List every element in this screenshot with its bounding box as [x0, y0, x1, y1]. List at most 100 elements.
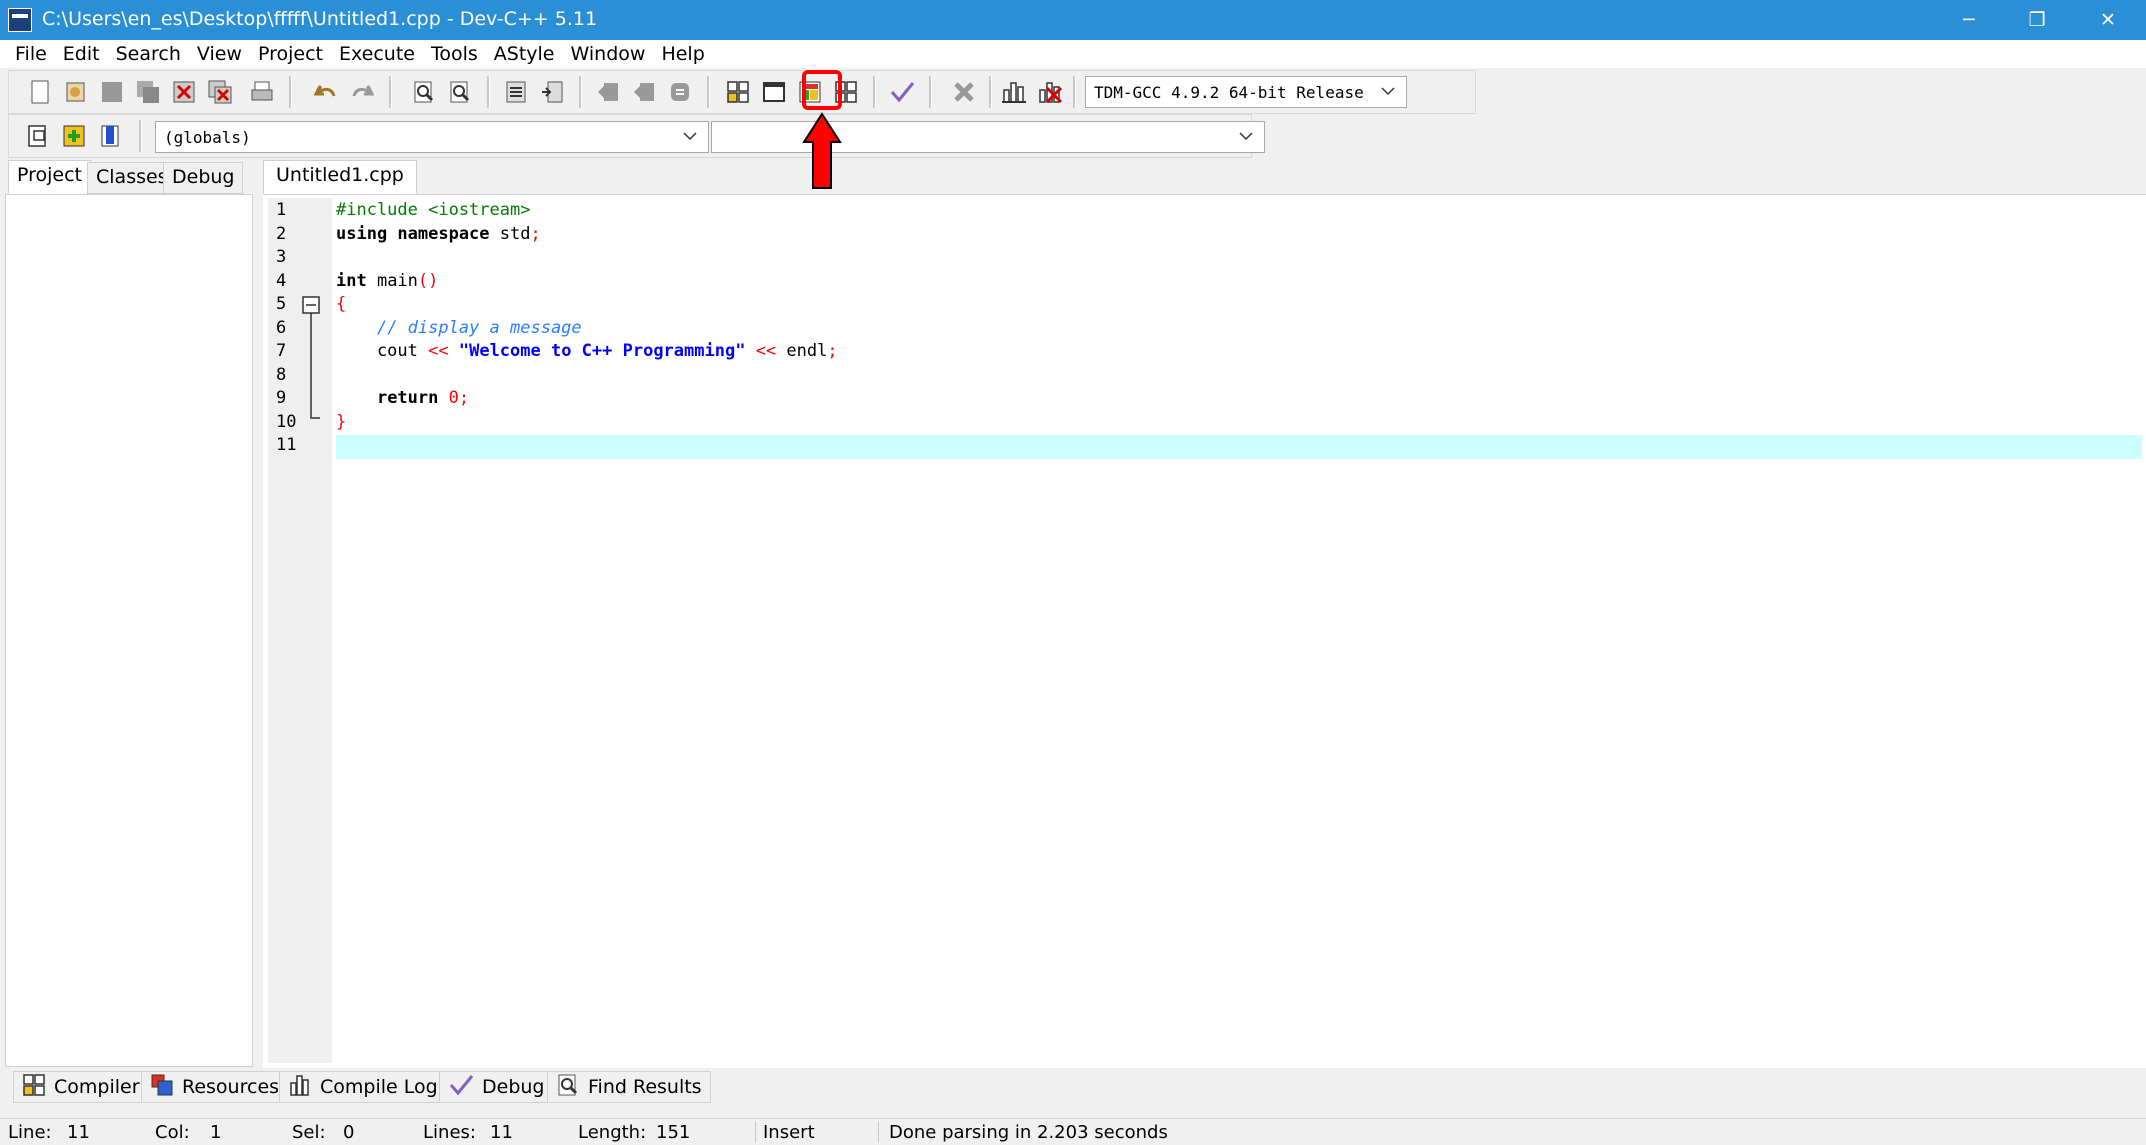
menu-execute[interactable]: Execute: [331, 40, 423, 68]
status-message: Done parsing in 2.203 seconds: [889, 1122, 1168, 1143]
toggle-comment-icon[interactable]: [667, 79, 693, 105]
tab-compiler[interactable]: Compiler: [13, 1071, 149, 1103]
tab-resources[interactable]: Resources: [141, 1071, 289, 1103]
status-sel-value: 0: [343, 1122, 355, 1143]
tile-windows-icon[interactable]: [725, 79, 751, 105]
code-line[interactable]: cout << "Welcome to C++ Programming" << …: [336, 341, 838, 361]
replace-icon[interactable]: [447, 79, 473, 105]
delete-profile-icon[interactable]: [1037, 79, 1063, 105]
full-screen-icon[interactable]: [761, 79, 787, 105]
close-button[interactable]: ✕: [2074, 0, 2142, 40]
goto-function-icon[interactable]: [539, 79, 565, 105]
menu-astyle[interactable]: AStyle: [486, 40, 563, 68]
menu-search[interactable]: Search: [108, 40, 189, 68]
open-file-icon[interactable]: [63, 79, 89, 105]
menu-window[interactable]: Window: [563, 40, 654, 68]
compile-log-chart-icon: [288, 1073, 312, 1102]
stop-execution-icon[interactable]: [951, 79, 977, 105]
restore-button[interactable]: ❐: [2003, 0, 2071, 40]
line-number: 8: [276, 364, 287, 385]
function-select[interactable]: [711, 121, 1265, 153]
code-line[interactable]: using namespace std;: [336, 224, 541, 244]
scope-select-value: (globals): [164, 128, 251, 147]
insert-icon[interactable]: [25, 123, 51, 149]
save-icon[interactable]: [99, 79, 125, 105]
scope-select[interactable]: (globals): [155, 121, 709, 153]
code-token: endl: [776, 341, 828, 361]
toolbar-separator: [389, 76, 392, 108]
tab-debug-output[interactable]: Debug: [439, 1071, 554, 1103]
resources-icon: [150, 1073, 174, 1102]
tab-compiler-label: Compiler: [54, 1076, 140, 1098]
menu-file[interactable]: File: [0, 40, 55, 68]
code-line[interactable]: {: [336, 294, 346, 314]
menu-edit[interactable]: Edit: [55, 40, 108, 68]
code-token: "Welcome to C++ Programming": [458, 341, 746, 361]
project-browser-panel[interactable]: [5, 194, 253, 1067]
line-number: 9: [276, 388, 287, 408]
status-insert-mode: Insert: [763, 1122, 815, 1143]
compiler-grid-icon: [22, 1073, 46, 1102]
status-bar: Line: 11 Col: 1 Sel: 0 Lines: 11 Length:…: [0, 1118, 2146, 1145]
code-line[interactable]: }: [336, 412, 346, 432]
status-lines-label: Lines:: [423, 1122, 476, 1143]
file-tab-untitled1[interactable]: Untitled1.cpp: [263, 160, 417, 194]
menu-tools[interactable]: Tools: [423, 40, 486, 68]
chevron-down-icon: [1238, 128, 1254, 148]
unindent-icon[interactable]: [595, 79, 621, 105]
code-token: ;: [458, 388, 470, 408]
undo-icon[interactable]: [313, 79, 339, 105]
find-results-icon: [556, 1073, 580, 1102]
red-up-arrow-icon: [802, 112, 842, 189]
close-all-icon[interactable]: [207, 79, 233, 105]
menu-help[interactable]: Help: [653, 40, 712, 68]
compiler-select-value: TDM-GCC 4.9.2 64-bit Release: [1094, 83, 1364, 102]
status-separator: [755, 1121, 756, 1143]
tab-compile-log[interactable]: Compile Log: [279, 1071, 447, 1103]
code-token: <<: [428, 341, 449, 361]
save-all-icon[interactable]: [135, 79, 161, 105]
code-line[interactable]: // display a message: [336, 318, 582, 338]
code-line[interactable]: #include <iostream>: [336, 200, 530, 220]
toolbar-separator: [579, 76, 582, 108]
profile-chart-icon[interactable]: [1001, 79, 1027, 105]
code-token: <<: [755, 341, 777, 361]
goto-line-icon[interactable]: [503, 79, 529, 105]
menu-project[interactable]: Project: [250, 40, 331, 68]
tab-find-results[interactable]: Find Results: [547, 1071, 711, 1103]
class-toolbar: (globals): [8, 114, 1265, 158]
indent-icon[interactable]: [631, 79, 657, 105]
tab-debug[interactable]: Debug: [163, 162, 244, 194]
check-syntax-icon[interactable]: [889, 79, 915, 105]
tab-project[interactable]: Project: [8, 160, 92, 194]
code-line[interactable]: int main(): [336, 271, 438, 291]
toolbar-separator: [873, 76, 876, 108]
toggle-bookmark-icon[interactable]: [97, 123, 123, 149]
close-file-icon[interactable]: [171, 79, 197, 105]
code-token: ;: [827, 341, 838, 361]
chevron-down-icon: [682, 128, 698, 148]
status-col-value: 1: [210, 1122, 222, 1143]
redo-icon[interactable]: [349, 79, 375, 105]
new-file-icon[interactable]: [27, 79, 53, 105]
toolbar-separator: [707, 76, 710, 108]
menu-view[interactable]: View: [189, 40, 250, 68]
status-line-label: Line:: [8, 1122, 52, 1143]
code-token: 0: [448, 388, 459, 408]
minimize-button[interactable]: ─: [1935, 0, 2003, 40]
debug-check-icon: [448, 1073, 474, 1102]
line-number: 6: [276, 317, 287, 338]
print-icon[interactable]: [249, 79, 275, 105]
compiler-select[interactable]: TDM-GCC 4.9.2 64-bit Release: [1085, 76, 1407, 108]
code-token: }: [336, 411, 347, 432]
devcpp-app-icon: [8, 8, 32, 32]
status-line-value: 11: [67, 1122, 90, 1143]
code-token: ;: [530, 223, 541, 244]
line-number: 11: [276, 435, 297, 455]
find-icon[interactable]: [411, 79, 437, 105]
code-line[interactable]: return 0;: [336, 388, 469, 408]
add-to-project-icon[interactable]: [61, 123, 87, 149]
